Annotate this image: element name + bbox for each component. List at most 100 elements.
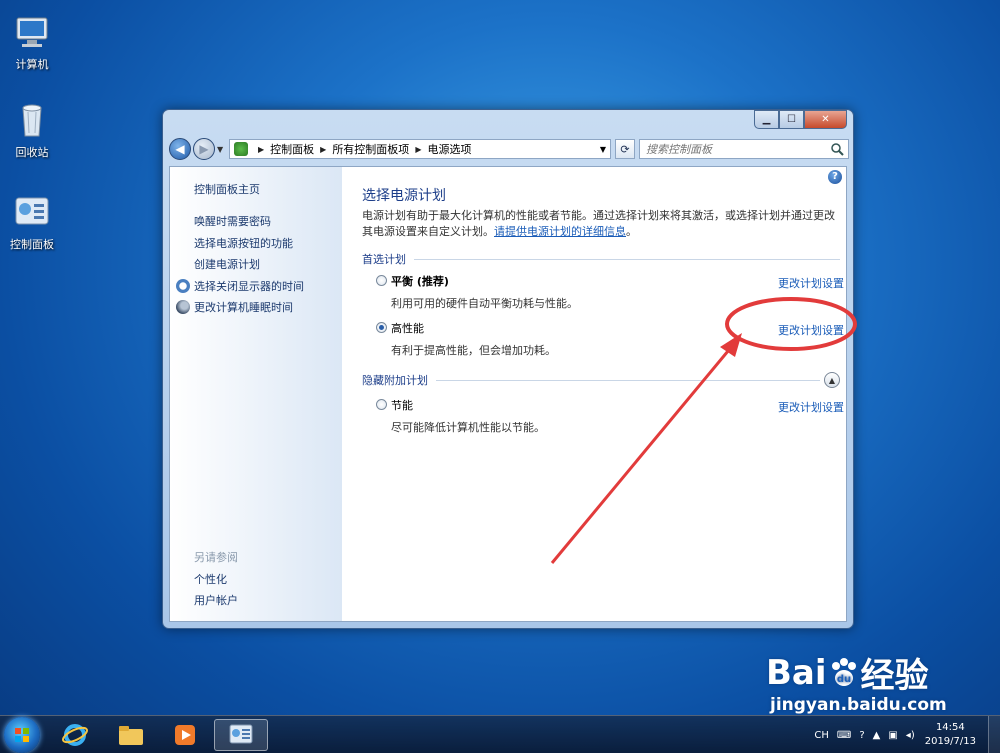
change-plan-settings-link[interactable]: 更改计划设置	[778, 322, 844, 338]
search-input[interactable]	[640, 142, 820, 156]
see-also-heading: 另请参阅	[194, 551, 238, 564]
sleep-time-link[interactable]: 更改计算机睡眠时间	[174, 297, 304, 319]
main-pane: ? 选择电源计划 电源计划有助于最大化计算机的性能或者节能。通过选择计划来将其激…	[362, 167, 846, 621]
plan-radio-high-performance[interactable]	[376, 322, 387, 333]
search-icon[interactable]	[830, 142, 844, 156]
display-off-label: 选择关闭显示器的时间	[194, 279, 304, 293]
recycle-bin-icon	[12, 100, 52, 140]
paw-letter: du	[836, 674, 850, 685]
chevron-right-icon[interactable]: ▶	[258, 145, 264, 154]
baidu-watermark: Bai du 经验 jingyan.baidu.com	[766, 648, 947, 716]
power-button-link[interactable]: 选择电源按钮的功能	[194, 233, 304, 255]
page-title: 选择电源计划	[362, 188, 446, 204]
refresh-button[interactable]: ⟳	[615, 139, 635, 159]
plan-details-link[interactable]: 请提供电源计划的详细信息	[494, 225, 626, 238]
create-plan-link[interactable]: 创建电源计划	[194, 254, 304, 276]
control-panel-icon	[12, 192, 52, 232]
system-tray: CH ⌨ ? ▲ ▣ ◂) 14:54 2019/7/13	[810, 716, 1000, 753]
windows-logo-icon	[15, 728, 29, 742]
group-divider	[414, 258, 840, 260]
plan-description: 尽可能降低计算机性能以节能。	[391, 421, 545, 434]
desktop-icon-control-panel[interactable]: 控制面板	[0, 192, 64, 252]
media-player-icon	[175, 725, 195, 745]
preferred-plans-label: 首选计划	[362, 253, 406, 266]
help-icon[interactable]: ?	[859, 730, 864, 741]
desktop-icon-label: 回收站	[15, 146, 49, 159]
clock-date: 2019/7/13	[924, 736, 976, 747]
taskbar-ie-button[interactable]	[48, 719, 102, 751]
show-desktop-button[interactable]	[988, 716, 1000, 753]
user-accounts-link[interactable]: 用户帐户	[194, 592, 238, 608]
plan-radio-balanced[interactable]	[376, 275, 387, 286]
volume-icon[interactable]: ◂)	[906, 730, 915, 741]
page-description: 电源计划有助于最大化计算机的性能或者节能。通过选择计划来将其激活，或选择计划并通…	[362, 209, 835, 238]
wake-password-link[interactable]: 唤醒时需要密码	[194, 211, 304, 233]
caption-buttons: ▁ ☐ ✕	[754, 110, 847, 129]
watermark-brand-text: Bai	[766, 652, 827, 693]
recent-pages-dropdown[interactable]: ▼	[217, 145, 227, 154]
computer-icon	[12, 12, 52, 52]
chevron-up-icon[interactable]: ▲	[873, 730, 881, 741]
left-pane: 控制面板主页 唤醒时需要密码 选择电源按钮的功能 创建电源计划 选择关闭显示器的…	[170, 167, 342, 621]
task-links: 唤醒时需要密码 选择电源按钮的功能 创建电源计划 选择关闭显示器的时间 更改计算…	[176, 211, 304, 319]
preferred-plans-group: 首选计划	[362, 251, 840, 267]
taskbar: CH ⌨ ? ▲ ▣ ◂) 14:54 2019/7/13	[0, 715, 1000, 753]
plan-balanced[interactable]: 平衡 (推荐) 利用可用的硬件自动平衡功耗与性能。 更改计划设置	[376, 273, 844, 310]
breadcrumb-control-panel[interactable]: 控制面板	[270, 141, 314, 157]
internet-explorer-icon	[62, 724, 88, 746]
watermark-brand: Bai du 经验	[766, 648, 947, 697]
taskbar-control-panel-button[interactable]	[214, 719, 268, 751]
plan-high-performance[interactable]: 高性能 有利于提高性能，但会增加功耗。 更改计划设置	[376, 320, 844, 357]
change-plan-settings-link[interactable]: 更改计划设置	[778, 275, 844, 291]
hidden-plans-group[interactable]: 隐藏附加计划 ▲	[362, 372, 840, 388]
chevron-right-icon[interactable]: ▶	[320, 145, 326, 154]
taskbar-media-player-button[interactable]	[158, 719, 212, 751]
plan-power-saver[interactable]: 节能 尽可能降低计算机性能以节能。 更改计划设置	[376, 397, 844, 434]
group-divider	[436, 379, 820, 381]
forward-button[interactable]: ▶	[193, 138, 215, 160]
moon-icon	[176, 300, 190, 314]
control-panel-icon	[234, 142, 248, 156]
plan-description: 有利于提高性能，但会增加功耗。	[391, 344, 556, 357]
desktop-icon-label: 计算机	[15, 58, 49, 71]
plan-name: 节能	[391, 399, 413, 412]
control-panel-icon	[229, 724, 253, 744]
change-plan-settings-link[interactable]: 更改计划设置	[778, 399, 844, 415]
breadcrumb-all-items[interactable]: 所有控制面板项	[332, 141, 409, 157]
help-icon[interactable]: ?	[828, 170, 842, 184]
sleep-time-label: 更改计算机睡眠时间	[194, 301, 293, 314]
close-button[interactable]: ✕	[804, 110, 847, 129]
start-button[interactable]	[4, 717, 40, 753]
watermark-url: jingyan.baidu.com	[770, 695, 947, 715]
control-panel-home-link[interactable]: 控制面板主页	[194, 181, 260, 197]
language-indicator[interactable]: CH	[814, 730, 829, 741]
clock-icon	[176, 278, 190, 293]
keyboard-icon[interactable]: ⌨	[837, 730, 851, 741]
desktop-icon-computer[interactable]: 计算机	[0, 12, 64, 72]
breadcrumb-power-options[interactable]: 电源选项	[427, 141, 471, 157]
chevron-down-icon[interactable]: ▼	[600, 145, 606, 154]
hidden-plans-label: 隐藏附加计划	[362, 374, 428, 387]
chevron-right-icon[interactable]: ▶	[415, 145, 421, 154]
clock[interactable]: 14:54 2019/7/13	[925, 721, 976, 749]
paw-icon: du	[831, 657, 856, 686]
desktop-icon-label: 控制面板	[10, 238, 54, 251]
content-area: 控制面板主页 唤醒时需要密码 选择电源按钮的功能 创建电源计划 选择关闭显示器的…	[169, 166, 847, 622]
display-off-link[interactable]: 选择关闭显示器的时间	[174, 276, 304, 298]
search-box[interactable]	[639, 139, 849, 159]
plan-radio-power-saver[interactable]	[376, 399, 387, 410]
power-options-window: ▁ ☐ ✕ ◀ ▶ ▼ ▶ 控制面板 ▶ 所有控制面板项 ▶ 电源选项 ▼ ⟳ …	[162, 109, 854, 629]
address-bar[interactable]: ▶ 控制面板 ▶ 所有控制面板项 ▶ 电源选项 ▼	[229, 139, 611, 159]
plan-description: 利用可用的硬件自动平衡功耗与性能。	[391, 297, 578, 310]
minimize-button[interactable]: ▁	[754, 110, 779, 129]
chevron-up-icon[interactable]: ▲	[824, 372, 840, 388]
maximize-button[interactable]: ☐	[779, 110, 804, 129]
watermark-brand-cn: 经验	[860, 656, 929, 696]
desktop-icon-recycle-bin[interactable]: 回收站	[0, 100, 64, 160]
clock-time: 14:54	[935, 722, 965, 733]
folder-icon	[119, 726, 143, 745]
back-button[interactable]: ◀	[169, 138, 191, 160]
network-icon[interactable]: ▣	[888, 730, 897, 741]
personalization-link[interactable]: 个性化	[194, 571, 227, 587]
taskbar-explorer-button[interactable]	[104, 719, 158, 751]
